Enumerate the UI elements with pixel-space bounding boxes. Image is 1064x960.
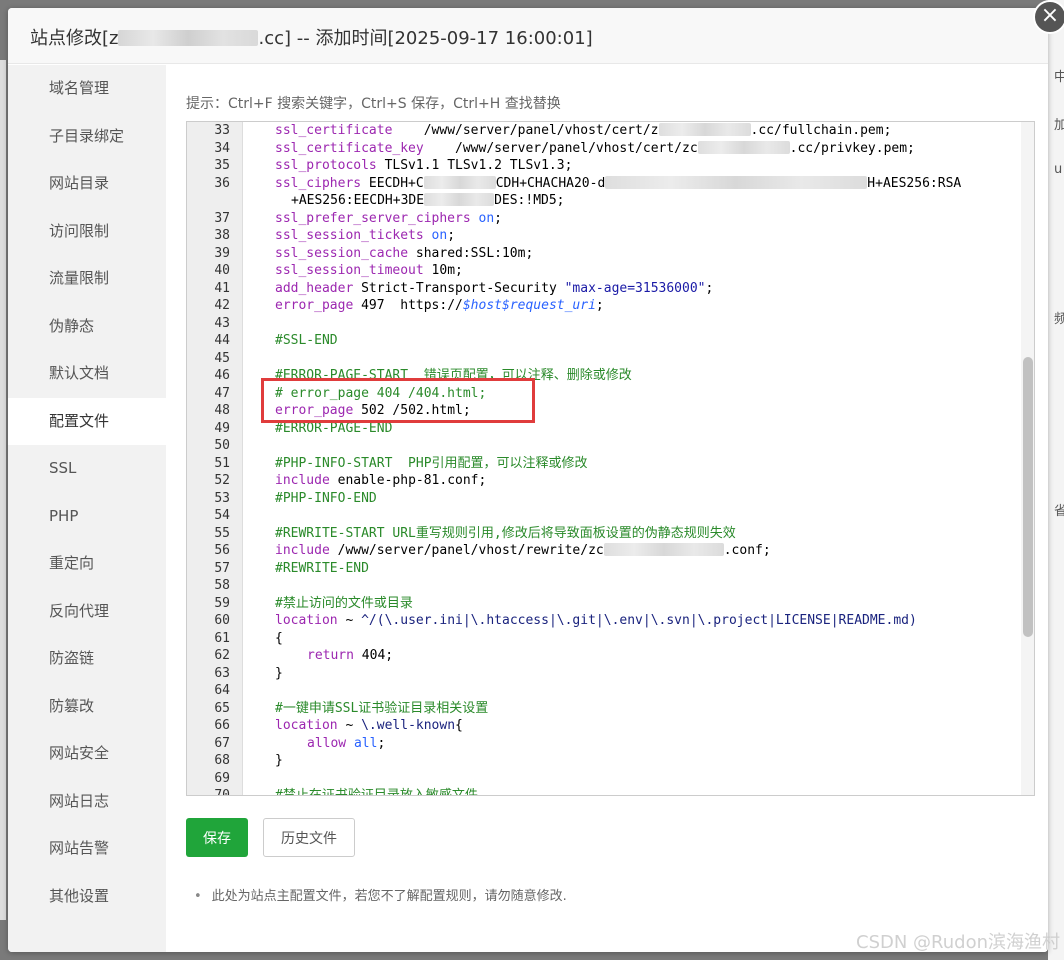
code-line: 36 ssl_ciphers EECDH+C CDH+CHACHA20-d H+AES… bbox=[214, 175, 962, 208]
code-line: 37 ssl_prefer_server_ciphers on; bbox=[214, 210, 502, 226]
redacted-domain bbox=[118, 30, 259, 46]
code-line: 60 location ~ ^/(\.user.ini|\.htaccess|\.… bbox=[214, 613, 917, 628]
redacted-text bbox=[658, 123, 751, 136]
sidebar-item-subdir[interactable]: 子目录绑定 bbox=[8, 113, 166, 161]
sidebar-item-rewrite[interactable]: 伪静态 bbox=[8, 303, 166, 351]
redacted-text bbox=[603, 543, 724, 556]
sidebar-item-php[interactable]: PHP bbox=[8, 493, 166, 541]
sidebar-item-default-doc[interactable]: 默认文档 bbox=[8, 350, 166, 398]
redacted-text bbox=[605, 175, 868, 189]
config-warning-note: 此处为站点主配置文件，若您不了解配置规则，请勿随意修改. bbox=[194, 885, 567, 904]
background-text: 频 bbox=[1054, 312, 1064, 327]
code-editor[interactable]: 33 ssl_certificate /www/server/panel/vhos… bbox=[186, 121, 1035, 796]
code-line: 70#禁止在证书验证目录放入敏感文件 bbox=[187, 787, 1021, 795]
code-line: 43 bbox=[214, 315, 230, 331]
background-text: u bbox=[1054, 162, 1063, 177]
background-text: 中 bbox=[1054, 70, 1064, 85]
redacted-text bbox=[424, 193, 495, 206]
scrollbar-thumb[interactable] bbox=[1023, 357, 1033, 637]
code-line: 69 bbox=[214, 770, 230, 786]
redacted-text bbox=[423, 175, 496, 189]
code-line: 68} bbox=[214, 753, 283, 768]
code-line: 53 #PHP-INFO-END bbox=[214, 490, 377, 506]
dialog-title: 站点修改[z .cc] -- 添加时间[2025-09-17 16:00:01] bbox=[30, 24, 593, 50]
code-line: 66 location ~ \.well-known{ bbox=[214, 718, 463, 733]
sidebar-item-redirect[interactable]: 重定向 bbox=[8, 540, 166, 588]
sidebar-item-ssl[interactable]: SSL bbox=[8, 445, 166, 493]
code-line: 62 return 404; bbox=[214, 648, 394, 663]
background-text: 加 bbox=[1054, 118, 1064, 133]
code-line: 54 bbox=[214, 508, 230, 523]
code-area[interactable]: 33 ssl_certificate /www/server/panel/vhos… bbox=[187, 122, 1021, 795]
sidebar-item-reverse-proxy[interactable]: 反向代理 bbox=[8, 588, 166, 636]
code-line: 40 ssl_session_timeout 10m; bbox=[214, 263, 463, 278]
sidebar-item-access-limit[interactable]: 访问限制 bbox=[8, 208, 166, 256]
code-line: 55 #REWRITE-START URL重写规则引用,修改后将导致面板设置的伪静… bbox=[214, 525, 736, 541]
config-panel: 提示：Ctrl+F 搜索关键字，Ctrl+S 保存，Ctrl+H 查找替换 33… bbox=[166, 65, 1048, 952]
code-line: 57 #REWRITE-END bbox=[214, 560, 369, 576]
close-icon: × bbox=[1040, 3, 1060, 28]
history-file-button[interactable]: 历史文件 bbox=[263, 818, 355, 857]
code-line: 67 allow all; bbox=[214, 735, 386, 751]
sidebar-item-other[interactable]: 其他设置 bbox=[8, 873, 166, 921]
code-line: 56 include /www/server/panel/vhost/rewrit… bbox=[214, 543, 771, 558]
code-line: 64 bbox=[214, 683, 230, 698]
sidebar-item-hotlink[interactable]: 防盗链 bbox=[8, 635, 166, 683]
redacted-text bbox=[697, 140, 790, 154]
sidebar-item-config-file[interactable]: 配置文件 bbox=[8, 397, 166, 445]
code-line: 34 ssl_certificate_key /www/server/panel/… bbox=[214, 140, 915, 156]
sidebar-item-alerts[interactable]: 网站告警 bbox=[8, 825, 166, 873]
code-line: 61{ bbox=[214, 630, 283, 646]
code-line: 42 error_page 497 https://$host$request_u… bbox=[214, 298, 604, 313]
code-line: 35 ssl_protocols TLSv1.1 TLSv1.2 TLSv1.3; bbox=[214, 158, 573, 173]
code-line: 58 bbox=[214, 578, 230, 593]
code-line: 63} bbox=[214, 665, 283, 681]
code-line: 38 ssl_session_tickets on; bbox=[214, 228, 456, 243]
code-line: 59 #禁止访问的文件或目录 bbox=[214, 595, 413, 611]
background-right-strip: 中 加 u 频 省 bbox=[1048, 0, 1064, 960]
code-line: 41 add_header Strict-Transport-Security "… bbox=[214, 280, 714, 296]
title-suffix: .cc] -- 添加时间[2025-09-17 16:00:01] bbox=[258, 28, 593, 49]
code-line: 33 ssl_certificate /www/server/panel/vhos… bbox=[214, 123, 892, 138]
code-line: 39 ssl_session_cache shared:SSL:10m; bbox=[214, 245, 534, 261]
code-line: 51 #PHP-INFO-START PHP引用配置，可以注释或修改 bbox=[214, 455, 588, 471]
dialog-header: 站点修改[z .cc] -- 添加时间[2025-09-17 16:00:01] bbox=[8, 8, 1048, 64]
code-line: 45 bbox=[214, 350, 230, 366]
shortcut-tip: 提示：Ctrl+F 搜索关键字，Ctrl+S 保存，Ctrl+H 查找替换 bbox=[186, 96, 561, 112]
sidebar: 域名管理 子目录绑定 网站目录 访问限制 流量限制 伪静态 默认文档 配置文件 … bbox=[8, 65, 166, 952]
title-prefix: 站点修改[z bbox=[30, 28, 119, 49]
sidebar-item-security[interactable]: 网站安全 bbox=[8, 730, 166, 778]
code-line: 44 #SSL-END bbox=[214, 333, 338, 348]
sidebar-item-traffic-limit[interactable]: 流量限制 bbox=[8, 255, 166, 303]
background-left-strip bbox=[0, 60, 6, 920]
code-line: 50 bbox=[214, 438, 230, 453]
save-button[interactable]: 保存 bbox=[186, 818, 248, 857]
watermark: CSDN @Rudon滨海渔村 bbox=[856, 932, 1060, 953]
sidebar-item-logs[interactable]: 网站日志 bbox=[8, 778, 166, 826]
sidebar-item-domain[interactable]: 域名管理 bbox=[8, 65, 166, 113]
close-button[interactable]: × bbox=[1033, 0, 1064, 34]
site-edit-dialog: 站点修改[z .cc] -- 添加时间[2025-09-17 16:00:01] … bbox=[8, 8, 1048, 952]
editor-scrollbar[interactable] bbox=[1021, 122, 1034, 795]
sidebar-item-tamper[interactable]: 防篡改 bbox=[8, 683, 166, 731]
code-line: 52 include enable-php-81.conf; bbox=[214, 473, 487, 488]
highlight-annotation bbox=[261, 378, 535, 423]
sidebar-item-site-dir[interactable]: 网站目录 bbox=[8, 160, 166, 208]
code-line: 65 #一键申请SSL证书验证目录相关设置 bbox=[214, 700, 489, 716]
background-text: 省 bbox=[1054, 504, 1064, 519]
